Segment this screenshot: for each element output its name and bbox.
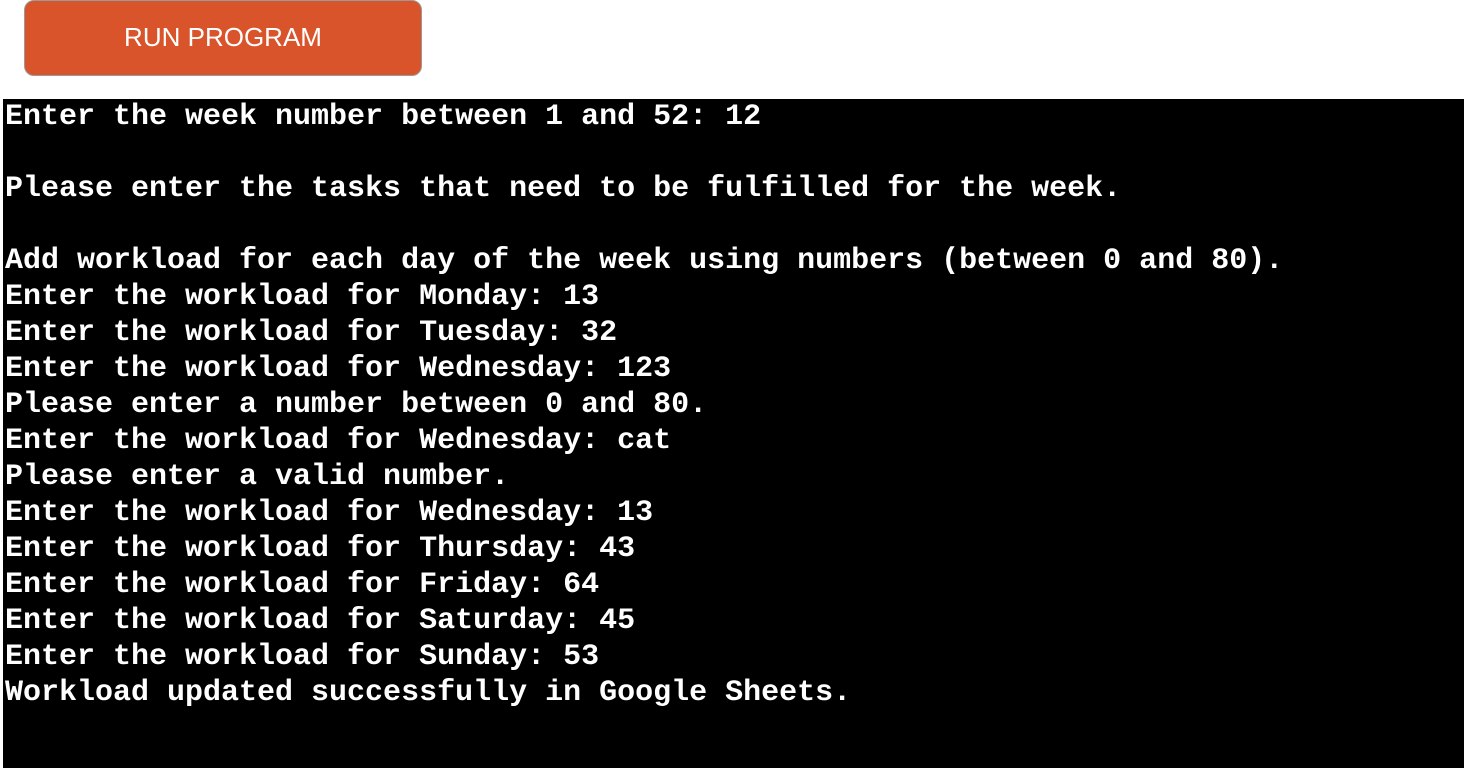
terminal-line: Enter the workload for Sunday: 53 [5, 640, 600, 674]
terminal-line: Please enter a valid number. [5, 460, 510, 494]
terminal-line: Enter the workload for Friday: 64 [5, 568, 600, 602]
terminal-line: Enter the workload for Saturday: 45 [5, 604, 636, 638]
terminal-line: Enter the workload for Wednesday: cat [5, 424, 672, 458]
terminal-line: Enter the workload for Wednesday: 123 [5, 352, 672, 386]
terminal-line: Add workload for each day of the week us… [5, 244, 1284, 278]
terminal-line: Enter the workload for Thursday: 43 [5, 532, 636, 566]
terminal-line: Please enter the tasks that need to be f… [5, 172, 1122, 206]
terminal-line: Enter the week number between 1 and 52: … [5, 100, 762, 134]
terminal-output: Enter the week number between 1 and 52: … [5, 99, 1283, 711]
terminal[interactable]: Enter the week number between 1 and 52: … [3, 99, 1464, 768]
run-program-button[interactable]: RUN PROGRAM [24, 0, 422, 76]
terminal-line: Workload updated successfully in Google … [5, 676, 852, 710]
terminal-line: Enter the workload for Monday: 13 [5, 280, 600, 314]
terminal-line: Enter the workload for Wednesday: 13 [5, 496, 654, 530]
terminal-line: Please enter a number between 0 and 80. [5, 388, 708, 422]
terminal-line: Enter the workload for Tuesday: 32 [5, 316, 618, 350]
